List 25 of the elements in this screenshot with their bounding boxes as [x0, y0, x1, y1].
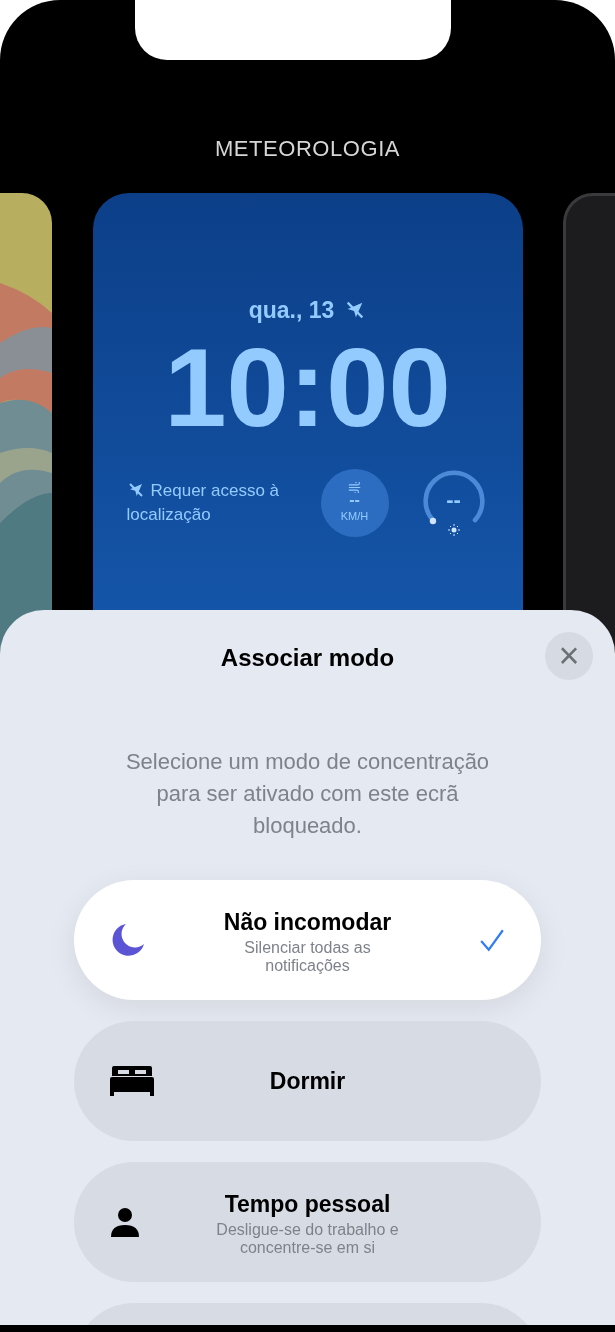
wind-icon: [347, 482, 362, 493]
date-label: qua., 13: [248, 296, 335, 325]
sun-icon: [447, 523, 460, 536]
mode-option[interactable]: Tempo pessoal Desligue-se do trabalho e concentre-se em si: [74, 1162, 541, 1282]
sheet-title: Associar modo: [220, 643, 395, 673]
mode-subtitle: Silenciar todas as notificações: [243, 939, 372, 976]
wind-unit: KM/H: [340, 509, 369, 523]
close-button[interactable]: ×: [545, 632, 593, 680]
mode-option[interactable]: Não incomodar Silenciar todas as notificações: [74, 880, 541, 1000]
mode-option[interactable]: Dormir: [74, 1021, 541, 1141]
uv-value: --: [446, 486, 461, 514]
mode-name: Dormir: [269, 1066, 346, 1096]
checkmark-icon: [479, 927, 505, 953]
mode-name: Não incomodar: [223, 907, 392, 937]
location-notice: Requer acesso à localização: [126, 480, 280, 524]
moon-icon: [110, 922, 146, 958]
person-icon: [110, 1207, 140, 1237]
carousel-title: METEOROLOGIA: [213, 135, 402, 163]
location-off-icon: [126, 480, 145, 499]
wind-value: --: [349, 493, 360, 507]
mode-subtitle: Desligue-se do trabalho e concentre-se em si: [215, 1221, 400, 1258]
mode-name: Tempo pessoal: [224, 1189, 391, 1219]
sheet-description: Selecione um modo de concentração para ser ativado com este ecrã bloqueado.: [124, 748, 491, 840]
clock-time: 10:00: [164, 331, 451, 444]
bed-icon: [110, 1066, 154, 1096]
